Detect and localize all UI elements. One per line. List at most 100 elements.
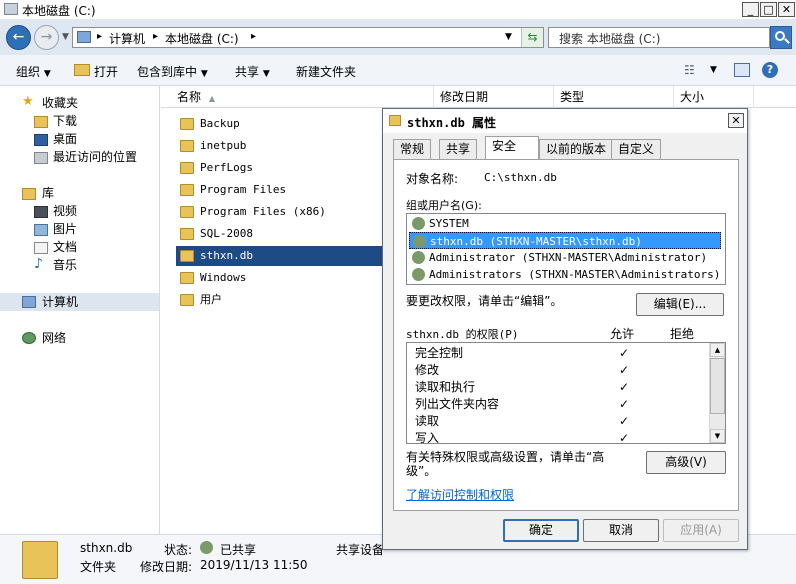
allow-check-icon: ✓ [619,397,630,411]
column-modified[interactable]: 修改日期 [433,86,553,108]
organize-button[interactable]: 组织 ▼ [16,63,51,80]
permissions-label: sthxn.db 的权限(P) [406,328,519,341]
scroll-down-icon[interactable]: ▼ [710,429,725,443]
permission-label: 写入 [415,431,440,444]
file-row[interactable]: 用户 [176,290,382,310]
allow-check-icon: ✓ [619,414,630,428]
share-label: 共享 [235,65,260,79]
include-library-button[interactable]: 包含到库中 ▼ [137,63,208,80]
users-listbox[interactable]: SYSTEM sthxn.db (STHXN-MASTER\sthxn.db) Ad… [406,213,726,285]
nav-music[interactable]: 音乐 [53,256,77,274]
new-folder-button[interactable]: 新建文件夹 [296,63,356,80]
scroll-thumb[interactable] [710,358,725,414]
nav-favorites[interactable]: 收藏夹 [42,94,78,112]
details-state-label: 状态: [164,543,193,557]
star-icon: ★ [22,94,34,109]
refresh-button[interactable]: ⇆ [521,28,543,47]
help-icon[interactable]: ? [762,62,778,78]
permissions-scrollbar[interactable]: ▲ ▼ [709,343,725,443]
nav-computer[interactable]: 计算机 [42,293,78,311]
file-row[interactable]: sthxn.db [176,246,382,266]
user-row[interactable]: Administrators (STHXN-MASTER\Administrat… [409,266,721,283]
breadcrumb-separator-icon: ▸ [251,31,257,42]
nav-documents[interactable]: 文档 [53,238,77,256]
tab-customize[interactable]: 自定义 [611,139,662,159]
documents-icon [34,242,48,254]
preview-pane-icon[interactable] [734,63,750,77]
nav-network[interactable]: 网络 [42,329,66,347]
tab-security[interactable]: 安全 [485,136,539,160]
file-row[interactable]: PerfLogs [176,158,382,178]
nav-videos[interactable]: 视频 [53,202,77,220]
nav-libraries[interactable]: 库 [42,184,54,202]
apply-button[interactable]: 应用(A) [663,519,739,542]
file-row[interactable]: Windows [176,268,382,288]
close-button[interactable]: ✕ [778,2,795,17]
access-control-link[interactable]: 了解访问控制和权限 [406,486,514,503]
properties-dialog: sthxn.db 属性 ✕ 常规 共享 安全 以前的版本 自定义 对象名称: C… [382,108,748,550]
search-icon[interactable] [770,26,792,49]
open-button[interactable]: 打开 [94,63,118,80]
sort-ascending-icon: ▲ [208,94,215,103]
user-name: Administrator (STHXN-MASTER\Administrato… [429,251,708,264]
details-kind: 文件夹 [80,560,117,574]
file-name: SQL-2008 [200,227,253,240]
file-row[interactable]: SQL-2008 [176,224,382,244]
back-button[interactable]: ← [6,25,31,50]
address-bar[interactable]: ▸ 计算机 ▸ 本地磁盘 (C:) ▸ ▼ ⇆ [72,27,544,48]
cancel-button[interactable]: 取消 [583,519,659,542]
computer-small-icon [77,31,91,43]
videos-icon [34,206,48,218]
file-row[interactable]: inetpub [176,136,382,156]
address-dropdown-icon[interactable]: ▼ [505,32,512,42]
edit-button[interactable]: 编辑(E)... [636,293,724,316]
column-name[interactable]: 名称 ▲ [171,86,439,108]
permission-row: 读取 ✓ [415,413,705,430]
nav-pictures[interactable]: 图片 [53,220,77,238]
network-icon [22,332,36,344]
security-tab-panel: 对象名称: C:\sthxn.db 组或用户名(G): SYSTEM sthxn.… [393,159,739,511]
nav-downloads[interactable]: 下载 [53,112,77,130]
user-row[interactable]: SYSTEM [409,215,721,232]
breadcrumb-computer[interactable]: 计算机 [109,30,145,47]
permissions-listbox: 完全控制 ✓ 修改 ✓ 读取和执行 ✓ 列出文件夹内容 ✓ 读取 ✓ 写入 ✓ ▲ ▼ [406,342,726,444]
explorer-titlebar: 本地磁盘 (C:) _ □ ✕ [0,0,796,19]
folder-icon [180,228,194,240]
search-input[interactable]: 搜索 本地磁盘 (C:) [548,27,770,48]
tab-sharing[interactable]: 共享 [439,139,478,159]
share-button[interactable]: 共享 ▼ [235,63,270,80]
user-name: Administrators (STHXN-MASTER\Administrat… [429,268,721,281]
permission-row: 写入 ✓ [415,430,705,444]
user-icon [412,251,425,264]
forward-button[interactable]: → [34,25,59,50]
advanced-button[interactable]: 高级(V) [646,451,726,474]
chevron-down-icon: ▼ [262,69,270,79]
user-row[interactable]: Administrator (STHXN-MASTER\Administrato… [409,249,721,266]
large-folder-icon [22,541,58,579]
permission-label: 修改 [415,363,440,377]
scroll-up-icon[interactable]: ▲ [710,343,725,357]
deny-column-label: 拒绝 [670,327,695,341]
column-size[interactable]: 大小 [673,86,753,108]
nav-desktop[interactable]: 桌面 [53,130,77,148]
downloads-icon [34,116,48,128]
view-dropdown-icon[interactable]: ▼ [710,65,717,75]
allow-check-icon: ✓ [619,431,630,444]
column-type[interactable]: 类型 [553,86,673,108]
tab-general[interactable]: 常规 [393,139,432,159]
history-dropdown-icon[interactable]: ▼ [62,32,69,42]
breadcrumb-drive[interactable]: 本地磁盘 (C:) [165,30,239,47]
ok-button[interactable]: 确定 [503,519,579,542]
user-row[interactable]: sthxn.db (STHXN-MASTER\sthxn.db) [409,232,721,249]
object-name-label: 对象名称: [406,172,459,186]
minimize-button[interactable]: _ [742,2,759,17]
file-row[interactable]: Backup [176,114,382,134]
tab-previous-versions[interactable]: 以前的版本 [539,139,614,159]
file-row[interactable]: Program Files (x86) [176,202,382,222]
dialog-close-button[interactable]: ✕ [728,113,744,128]
file-row[interactable]: Program Files [176,180,382,200]
nav-recent[interactable]: 最近访问的位置 [53,148,137,166]
maximize-button[interactable]: □ [760,2,777,17]
view-options-icon[interactable]: ☷ [684,63,695,77]
chevron-down-icon: ▼ [43,69,51,79]
